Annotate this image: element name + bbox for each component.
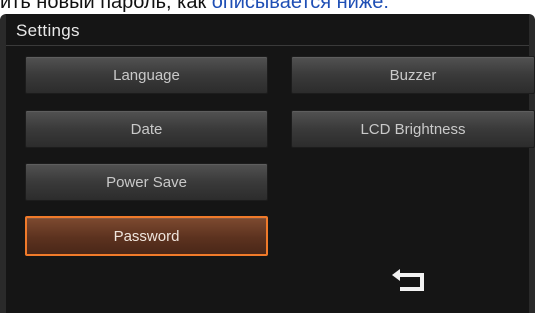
language-button[interactable]: Language	[25, 56, 268, 94]
caption-text-main: ить новый пароль, как	[0, 0, 207, 13]
caption-text-link: описывается ниже:	[206, 0, 389, 13]
return-arrow-icon	[392, 269, 424, 291]
password-button[interactable]: Password	[25, 216, 268, 256]
back-button[interactable]	[386, 265, 436, 299]
settings-screen: Settings Language Date Power Save Passwo…	[0, 14, 535, 313]
buzzer-button[interactable]: Buzzer	[291, 56, 535, 94]
date-button[interactable]: Date	[25, 110, 268, 148]
power-save-button[interactable]: Power Save	[25, 163, 268, 201]
title-divider	[6, 45, 529, 46]
page-title: Settings	[16, 21, 80, 40]
caption-text: ить новый пароль, как описывается ниже:	[0, 0, 389, 14]
lcd-brightness-button[interactable]: LCD Brightness	[291, 110, 535, 148]
